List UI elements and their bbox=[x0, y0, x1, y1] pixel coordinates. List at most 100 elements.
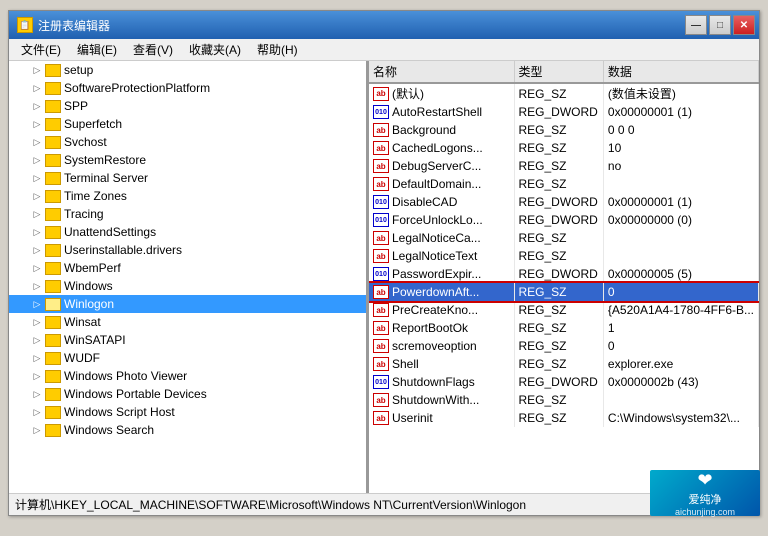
table-row[interactable]: abPreCreateKno...REG_SZ{A520A1A4-1780-4F… bbox=[369, 301, 759, 319]
tree-item[interactable]: ▷ Superfetch bbox=[9, 115, 366, 133]
folder-icon bbox=[45, 172, 61, 185]
tree-item[interactable]: ▷ SystemRestore bbox=[9, 151, 366, 169]
expander-icon: ▷ bbox=[29, 206, 45, 222]
tree-item[interactable]: ▷ Winsat bbox=[9, 313, 366, 331]
table-row[interactable]: 010PasswordExpir...REG_DWORD0x00000005 (… bbox=[369, 265, 759, 283]
menu-file[interactable]: 文件(E) bbox=[13, 39, 69, 60]
tree-item[interactable]: ▷ SoftwareProtectionPlatform bbox=[9, 79, 366, 97]
table-row[interactable]: abscremoveoptionREG_SZ0 bbox=[369, 337, 759, 355]
cell-name: abLegalNoticeCa... bbox=[369, 229, 514, 247]
cell-name: abReportBootOk bbox=[369, 319, 514, 337]
tree-item[interactable]: ▷ Tracing bbox=[9, 205, 366, 223]
table-row[interactable]: ab(默认)REG_SZ(数值未设置) bbox=[369, 83, 759, 103]
minimize-button[interactable]: — bbox=[685, 15, 707, 35]
folder-icon bbox=[45, 334, 61, 347]
table-row[interactable]: abBackgroundREG_SZ0 0 0 bbox=[369, 121, 759, 139]
tree-item[interactable]: ▷ Userinstallable.drivers bbox=[9, 241, 366, 259]
table-row[interactable]: 010ForceUnlockLo...REG_DWORD0x00000000 (… bbox=[369, 211, 759, 229]
tree-item[interactable]: ▷ Windows Search bbox=[9, 421, 366, 439]
tree-item[interactable]: ▷ WUDF bbox=[9, 349, 366, 367]
expander-icon: ▷ bbox=[29, 134, 45, 150]
tree-pane[interactable]: ▷ setup ▷ SoftwareProtectionPlatform ▷ S… bbox=[9, 61, 369, 493]
string-icon: ab bbox=[373, 339, 389, 353]
cell-data bbox=[603, 391, 758, 409]
tree-item[interactable]: ▷ UnattendSettings bbox=[9, 223, 366, 241]
dword-icon: 010 bbox=[373, 267, 389, 281]
menu-help[interactable]: 帮助(H) bbox=[249, 39, 306, 60]
cell-data: explorer.exe bbox=[603, 355, 758, 373]
cell-name: abPowerdownAft... bbox=[369, 283, 514, 301]
expander-icon: ▷ bbox=[29, 116, 45, 132]
registry-values-pane[interactable]: 名称 类型 数据 ab(默认)REG_SZ(数值未设置)010AutoResta… bbox=[369, 61, 759, 493]
tree-item[interactable]: ▷ Terminal Server bbox=[9, 169, 366, 187]
table-row[interactable]: abDebugServerC...REG_SZno bbox=[369, 157, 759, 175]
folder-icon bbox=[45, 298, 61, 311]
folder-icon bbox=[45, 352, 61, 365]
table-row[interactable]: abUserinitREG_SZC:\Windows\system32\... bbox=[369, 409, 759, 427]
folder-icon bbox=[45, 208, 61, 221]
cell-name: abBackground bbox=[369, 121, 514, 139]
folder-icon bbox=[45, 406, 61, 419]
tree-item[interactable]: ▷ Svchost bbox=[9, 133, 366, 151]
expander-icon: ▷ bbox=[29, 296, 45, 312]
tree-item[interactable]: ▷ Time Zones bbox=[9, 187, 366, 205]
table-row[interactable]: abLegalNoticeTextREG_SZ bbox=[369, 247, 759, 265]
watermark: ❤ 爱纯净 aichunjing.com bbox=[650, 470, 760, 516]
tree-item[interactable]: ▷ Windows Photo Viewer bbox=[9, 367, 366, 385]
tree-item[interactable]: ▷ setup bbox=[9, 61, 366, 79]
reg-name: PowerdownAft... bbox=[392, 285, 479, 299]
reg-name: PreCreateKno... bbox=[392, 303, 478, 317]
col-header-name[interactable]: 名称 bbox=[369, 61, 514, 83]
table-row[interactable]: abDefaultDomain...REG_SZ bbox=[369, 175, 759, 193]
table-row[interactable]: 010DisableCADREG_DWORD0x00000001 (1) bbox=[369, 193, 759, 211]
cell-data: 0x00000000 (0) bbox=[603, 211, 758, 229]
table-row[interactable]: abLegalNoticeCa...REG_SZ bbox=[369, 229, 759, 247]
folder-icon bbox=[45, 280, 61, 293]
watermark-icon: ❤ bbox=[697, 470, 712, 491]
table-row[interactable]: abCachedLogons...REG_SZ10 bbox=[369, 139, 759, 157]
menu-edit[interactable]: 编辑(E) bbox=[69, 39, 125, 60]
table-row[interactable]: abShutdownWith...REG_SZ bbox=[369, 391, 759, 409]
col-header-type[interactable]: 类型 bbox=[514, 61, 603, 83]
registry-editor-window: 📋 注册表编辑器 — □ ✕ 文件(E) 编辑(E) 查看(V) 收藏夹(A) … bbox=[8, 10, 760, 516]
cell-data: 0x00000001 (1) bbox=[603, 193, 758, 211]
reg-name: (默认) bbox=[392, 85, 424, 102]
tree-item[interactable]: ▷ Windows bbox=[9, 277, 366, 295]
cell-type: REG_DWORD bbox=[514, 211, 603, 229]
expander-icon: ▷ bbox=[29, 278, 45, 294]
reg-name: DisableCAD bbox=[392, 195, 457, 209]
tree-item-label: Windows Portable Devices bbox=[64, 387, 207, 401]
table-row[interactable]: 010AutoRestartShellREG_DWORD0x00000001 (… bbox=[369, 103, 759, 121]
dword-icon: 010 bbox=[373, 195, 389, 209]
tree-item[interactable]: ▷ Windows Script Host bbox=[9, 403, 366, 421]
dword-icon: 010 bbox=[373, 105, 389, 119]
menu-favorites[interactable]: 收藏夹(A) bbox=[181, 39, 249, 60]
reg-name: scremoveoption bbox=[392, 339, 477, 353]
expander-icon: ▷ bbox=[29, 386, 45, 402]
table-row[interactable]: abReportBootOkREG_SZ1 bbox=[369, 319, 759, 337]
menu-bar: 文件(E) 编辑(E) 查看(V) 收藏夹(A) 帮助(H) bbox=[9, 39, 759, 61]
tree-item[interactable]: ▷ WbemPerf bbox=[9, 259, 366, 277]
cell-data bbox=[603, 175, 758, 193]
string-icon: ab bbox=[373, 321, 389, 335]
tree-item-label: Winsat bbox=[64, 315, 101, 329]
tree-item[interactable]: ▷ Windows Portable Devices bbox=[9, 385, 366, 403]
menu-view[interactable]: 查看(V) bbox=[125, 39, 181, 60]
tree-item-label: Svchost bbox=[64, 135, 107, 149]
folder-icon bbox=[45, 262, 61, 275]
close-button[interactable]: ✕ bbox=[733, 15, 755, 35]
cell-data bbox=[603, 229, 758, 247]
tree-item-winlogon[interactable]: ▷ Winlogon bbox=[9, 295, 366, 313]
tree-item[interactable]: ▷ WinSATAPI bbox=[9, 331, 366, 349]
table-row[interactable]: 010ShutdownFlagsREG_DWORD0x0000002b (43) bbox=[369, 373, 759, 391]
expander-icon: ▷ bbox=[29, 314, 45, 330]
tree-item-label: Windows Search bbox=[64, 423, 154, 437]
table-row[interactable]: abPowerdownAft...REG_SZ0 bbox=[369, 283, 759, 301]
cell-type: REG_SZ bbox=[514, 157, 603, 175]
string-icon: ab bbox=[373, 303, 389, 317]
tree-item[interactable]: ▷ SPP bbox=[9, 97, 366, 115]
table-row[interactable]: abShellREG_SZexplorer.exe bbox=[369, 355, 759, 373]
cell-type: REG_SZ bbox=[514, 337, 603, 355]
col-header-data[interactable]: 数据 bbox=[603, 61, 758, 83]
maximize-button[interactable]: □ bbox=[709, 15, 731, 35]
